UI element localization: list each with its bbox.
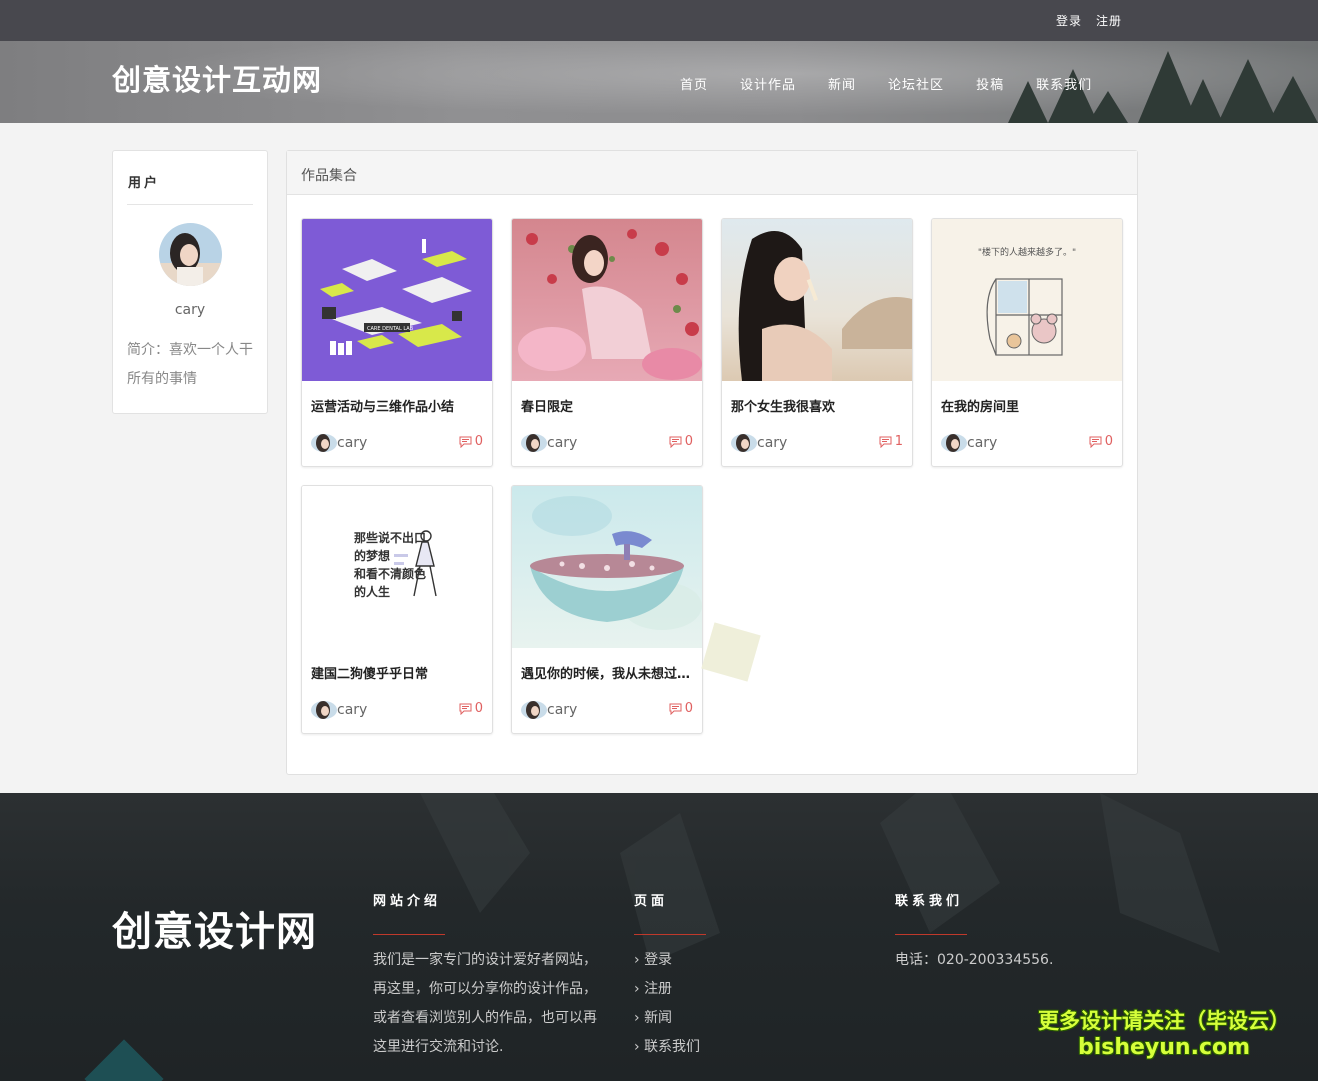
work-title[interactable]: 那个女生我很喜欢: [731, 396, 904, 415]
heading-underline: [895, 934, 967, 935]
thumb-caption: CARE DENTAL LAB: [367, 326, 414, 332]
divider: [127, 204, 253, 205]
heading-underline: [373, 934, 445, 935]
nav-submit[interactable]: 投稿: [976, 74, 1004, 93]
work-title[interactable]: 春日限定: [521, 396, 694, 415]
site-footer: 创意设计网 网站介绍 我们是一家专门的设计爱好者网站，再这里，你可以分享你的设计…: [0, 793, 1318, 1081]
about-text: 我们是一家专门的设计爱好者网站，再这里，你可以分享你的设计作品，或者查看浏览别人…: [373, 952, 597, 1055]
work-thumbnail[interactable]: 那些说不出口 的梦想 和看不清颜色 的人生: [302, 486, 492, 648]
thumb-caption: "楼下的人越来越多了。": [978, 246, 1076, 258]
comment-count[interactable]: 1: [879, 434, 903, 449]
comment-icon: [669, 436, 682, 448]
nav-works[interactable]: 设计作品: [740, 74, 796, 93]
heading-underline: [634, 934, 706, 935]
thumb-caption: 那些说不出口: [354, 530, 426, 545]
comment-icon: [459, 436, 472, 448]
pages-section: 页面 › 登录 › 注册 › 新闻 › 联系我们: [634, 890, 706, 1062]
footer-link-item: › 联系我们: [634, 1039, 701, 1055]
login-link[interactable]: 登录: [1056, 12, 1082, 29]
contact-section: 联系我们 电话：020-200334556.: [895, 890, 1053, 975]
user-card: 用户 cary 简介：喜欢一个人干所有的事情: [112, 150, 268, 414]
comment-count[interactable]: 0: [669, 434, 693, 449]
username: cary: [174, 302, 206, 318]
footer-link-login[interactable]: 登录: [644, 952, 672, 968]
work-thumbnail[interactable]: [512, 486, 702, 648]
comment-icon: [1089, 436, 1102, 448]
author-avatar: [941, 434, 967, 452]
author-name: cary: [967, 435, 998, 451]
author-avatar: [521, 701, 547, 719]
thumb-caption: 的梦想: [354, 548, 390, 563]
work-card[interactable]: CARE DENTAL LAB 运营活动与三维作品小结 cary 0: [301, 218, 493, 467]
comment-count[interactable]: 0: [1089, 434, 1113, 449]
author-avatar: [731, 434, 757, 452]
comment-icon: [459, 703, 472, 715]
work-thumbnail[interactable]: [722, 219, 912, 381]
work-author[interactable]: cary: [311, 701, 367, 719]
author-name: cary: [337, 702, 368, 718]
work-card[interactable]: 遇见你的时候，我从未想过…… cary 0: [511, 485, 703, 734]
contact-phone: 电话：020-200334556.: [895, 952, 1054, 968]
nav-forum[interactable]: 论坛社区: [888, 74, 944, 93]
author-name: cary: [547, 435, 578, 451]
nav-news[interactable]: 新闻: [828, 74, 856, 93]
footer-link-item: › 新闻: [634, 1010, 673, 1026]
work-author[interactable]: cary: [941, 434, 997, 452]
author-avatar: [521, 434, 547, 452]
footer-link-news[interactable]: 新闻: [644, 1010, 672, 1026]
about-section: 网站介绍 我们是一家专门的设计爱好者网站，再这里，你可以分享你的设计作品，或者查…: [373, 890, 608, 1062]
comment-icon: [669, 703, 682, 715]
pages-heading: 页面: [634, 894, 669, 909]
contact-heading: 联系我们: [895, 894, 964, 909]
footer-link-register[interactable]: 注册: [644, 981, 672, 997]
work-title[interactable]: 运营活动与三维作品小结: [311, 396, 484, 415]
author-avatar: [311, 701, 337, 719]
watermark-line2: bisheyun.com: [1077, 1035, 1251, 1060]
footer-link-contact[interactable]: 联系我们: [644, 1039, 700, 1055]
author-name: cary: [337, 435, 368, 451]
comment-count[interactable]: 0: [669, 701, 693, 716]
nav-contact[interactable]: 联系我们: [1036, 74, 1092, 93]
work-card[interactable]: "楼下的人越来越多了。" 在我的房间里 cary 0: [931, 218, 1123, 467]
footer-logo[interactable]: 创意设计网: [112, 899, 317, 957]
work-thumbnail[interactable]: [512, 219, 702, 381]
work-thumbnail[interactable]: "楼下的人越来越多了。": [932, 219, 1122, 381]
register-link[interactable]: 注册: [1096, 12, 1122, 29]
nav-home[interactable]: 首页: [680, 74, 708, 93]
panel-title: 作品集合: [287, 151, 1137, 195]
work-thumbnail[interactable]: CARE DENTAL LAB: [302, 219, 492, 381]
work-title[interactable]: 遇见你的时候，我从未想过……: [521, 663, 694, 682]
auth-links: 登录 注册: [1056, 12, 1122, 29]
author-avatar: [311, 434, 337, 452]
user-intro: 简介：喜欢一个人干所有的事情: [127, 342, 253, 387]
work-card[interactable]: 那些说不出口 的梦想 和看不清颜色 的人生 建国二狗傻乎乎日常 cary 0: [301, 485, 493, 734]
user-card-title: 用户: [128, 176, 161, 191]
author-name: cary: [547, 702, 578, 718]
watermark-line1: 更多设计请关注（毕设云）: [1038, 1009, 1290, 1033]
work-author[interactable]: cary: [731, 434, 787, 452]
work-author[interactable]: cary: [311, 434, 367, 452]
comment-count[interactable]: 0: [459, 434, 483, 449]
avatar[interactable]: [159, 223, 222, 286]
work-title[interactable]: 建国二狗傻乎乎日常: [311, 663, 484, 682]
work-author[interactable]: cary: [521, 434, 577, 452]
about-heading: 网站介绍: [373, 894, 442, 909]
comment-count[interactable]: 0: [459, 701, 483, 716]
footer-link-item: › 注册: [634, 981, 673, 997]
work-card[interactable]: 春日限定 cary 0: [511, 218, 703, 467]
comment-icon: [879, 436, 892, 448]
site-logo[interactable]: 创意设计互动网: [112, 57, 322, 99]
thumb-caption: 和看不清颜色: [353, 566, 426, 581]
author-name: cary: [757, 435, 788, 451]
watermark: 更多设计请关注（毕设云） bisheyun.com: [1038, 1005, 1290, 1060]
site-header: 创意设计互动网 首页 设计作品 新闻 论坛社区 投稿 联系我们: [0, 41, 1318, 123]
thumb-caption: 的人生: [354, 584, 390, 599]
top-bar: 登录 注册: [0, 0, 1318, 41]
work-author[interactable]: cary: [521, 701, 577, 719]
work-title[interactable]: 在我的房间里: [941, 396, 1114, 415]
work-card[interactable]: 那个女生我很喜欢 cary 1: [721, 218, 913, 467]
main-nav: 首页 设计作品 新闻 论坛社区 投稿 联系我们: [680, 74, 1124, 93]
footer-link-item: › 登录: [634, 952, 673, 968]
